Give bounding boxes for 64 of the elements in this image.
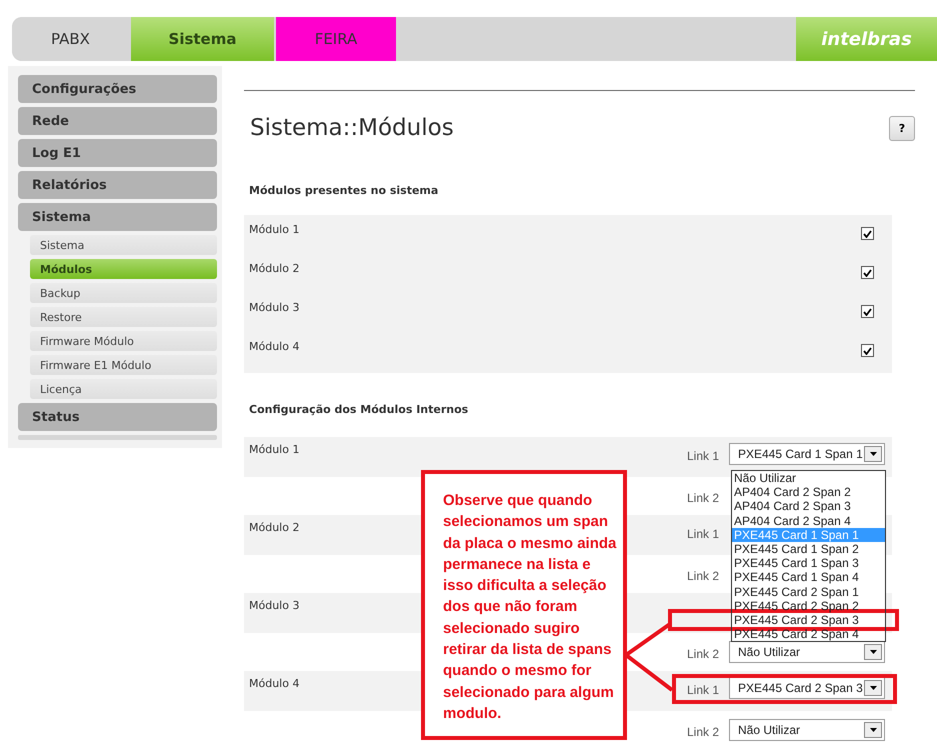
dropdown-caret-icon [870, 452, 876, 456]
dropdown-option[interactable]: PXE445 Card 2 Span 2 [732, 598, 885, 613]
link-label: Link 1 [687, 683, 720, 697]
help-button[interactable]: ? [889, 116, 915, 140]
link-label: Link 1 [687, 449, 720, 463]
page-title: Sistema::Módulos [250, 115, 454, 141]
sidebar-item[interactable]: Sistema [30, 235, 217, 255]
module-label: Módulo 1 [249, 223, 300, 236]
checkbox[interactable] [861, 227, 874, 240]
checkmark-icon [863, 268, 872, 276]
module-label: Módulo 4 [249, 677, 300, 692]
dropdown-option[interactable]: Não Utilizar [732, 471, 885, 486]
dropdown-caret-icon [870, 728, 876, 732]
sidebar-section[interactable]: Configurações [18, 75, 217, 103]
annotation-note: Observe que quando selecionamos um span da placa o mesmo ainda permanece na lista e isso dificulta a seleção dos que não foram selecionado sugiro retirar da lista de spans quando o mesmo for selecionado para algum modulo. [421, 470, 627, 740]
dropdown-caret-icon [870, 650, 876, 654]
checkmark-icon [863, 308, 872, 316]
module-label: Módulo 4 [249, 340, 300, 353]
dropdown-option[interactable]: PXE445 Card 2 Span 1 [732, 584, 885, 599]
nav-tab[interactable]: Sistema [131, 17, 274, 61]
module-label: Módulo 2 [249, 262, 300, 275]
checkbox[interactable] [861, 344, 874, 357]
checkmark-icon [863, 230, 872, 238]
module-label: Módulo 3 [249, 599, 300, 614]
dropdown-option[interactable]: PXE445 Card 1 Span 2 [732, 542, 885, 556]
dropdown-option[interactable]: AP404 Card 2 Span 4 [732, 514, 885, 528]
section-title: Configuração dos Módulos Internos [249, 403, 470, 418]
sidebar-section[interactable]: Rede [18, 107, 217, 135]
brand-logo: intelbras [796, 17, 937, 61]
span-select[interactable]: PXE445 Card 1 Span 1 [729, 443, 885, 465]
sidebar-item[interactable]: Licença [30, 379, 217, 399]
link-label: Link 2 [687, 491, 720, 505]
sidebar-item[interactable]: Restore [30, 307, 217, 327]
link-label: Link 2 [687, 647, 720, 661]
section-title: Módulos presentes no sistema [249, 184, 440, 199]
sidebar-section[interactable]: Sistema [18, 203, 217, 231]
nav-tab[interactable]: FEIRA [276, 17, 396, 61]
sidebar-item[interactable]: Firmware E1 Módulo [30, 355, 217, 375]
sidebar-section[interactable]: Log E1 [18, 139, 217, 167]
checkbox[interactable] [861, 305, 874, 318]
dropdown-option[interactable]: PXE445 Card 1 Span 3 [732, 556, 885, 570]
dropdown-option[interactable]: PXE445 Card 1 Span 4 [732, 570, 885, 584]
sidebar-section[interactable]: Relatórios [18, 171, 217, 199]
checkmark-icon [863, 346, 872, 354]
span-select[interactable]: Não Utilizar [729, 641, 885, 663]
sidebar-section[interactable]: Status [18, 403, 217, 431]
link-label: Link 1 [687, 527, 720, 541]
span-select[interactable]: PXE445 Card 2 Span 3 [729, 677, 885, 699]
sidebar-item[interactable]: Módulos [30, 259, 217, 279]
link-label: Link 2 [687, 725, 720, 739]
module-label: Módulo 1 [249, 443, 300, 458]
sidebar-item[interactable]: Firmware Módulo [30, 331, 217, 351]
module-label: Módulo 2 [249, 521, 300, 536]
link-label: Link 2 [687, 569, 720, 583]
checkbox[interactable] [861, 266, 874, 279]
dropdown-option[interactable]: PXE445 Card 2 Span 4 [732, 627, 885, 642]
dropdown-caret-icon [870, 686, 876, 690]
callout-pointer [624, 622, 674, 692]
dropdown-option[interactable]: AP404 Card 2 Span 3 [732, 499, 885, 514]
module-label: Módulo 3 [249, 301, 300, 314]
sidebar-item[interactable]: Backup [30, 283, 217, 303]
dropdown-option[interactable]: PXE445 Card 2 Span 3 [732, 612, 885, 628]
span-select[interactable]: Não Utilizar [729, 719, 885, 741]
dropdown-option[interactable]: AP404 Card 2 Span 2 [732, 485, 885, 500]
